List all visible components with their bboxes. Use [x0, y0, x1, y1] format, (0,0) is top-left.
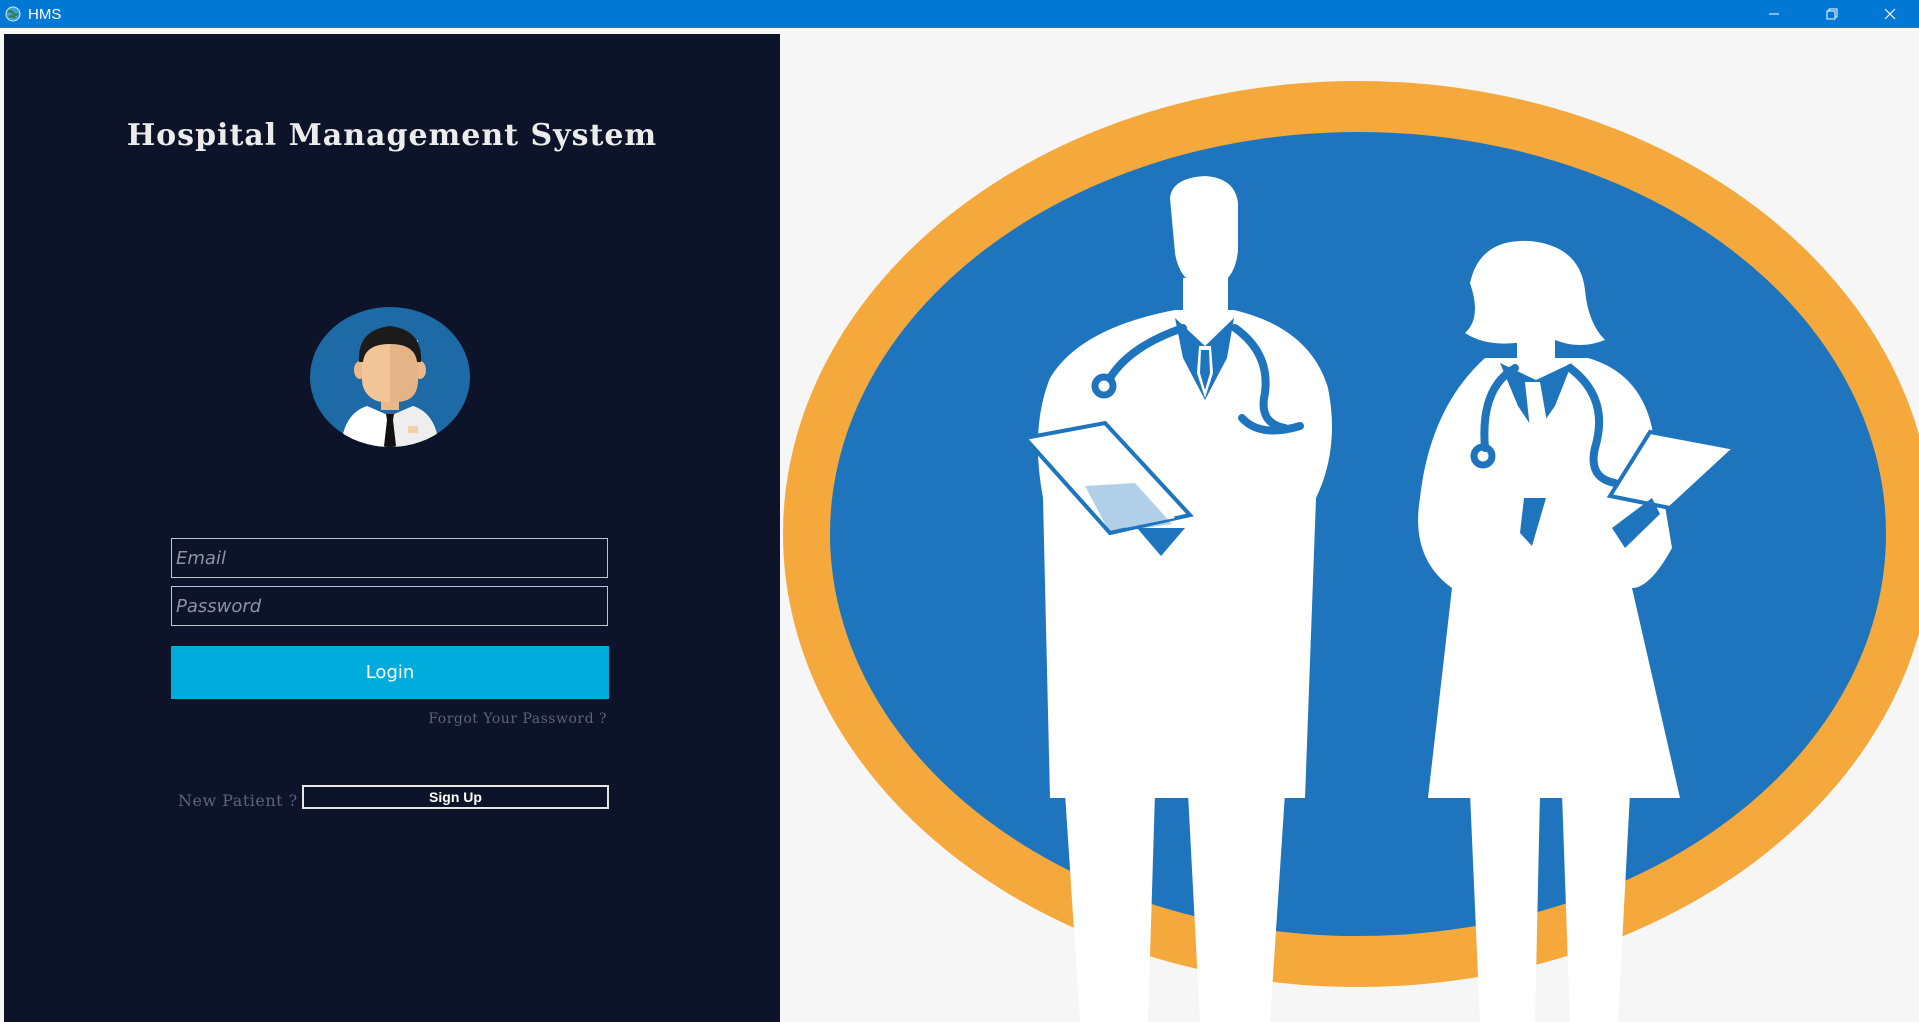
- restore-icon: [1826, 8, 1838, 20]
- window-titlebar: HMS: [0, 0, 1919, 28]
- window-controls: [1745, 0, 1919, 28]
- close-button[interactable]: [1861, 0, 1919, 28]
- email-field[interactable]: [171, 538, 608, 578]
- signup-button[interactable]: Sign Up: [302, 785, 609, 809]
- new-patient-label: New Patient ?: [178, 791, 298, 810]
- restore-button[interactable]: [1803, 0, 1861, 28]
- login-button[interactable]: Login: [171, 646, 609, 699]
- doctors-silhouette-illustration: [780, 28, 1919, 1022]
- minimize-icon: [1769, 13, 1779, 15]
- doctor-avatar-icon: [309, 306, 471, 448]
- app-heading: Hospital Management System: [126, 118, 658, 153]
- password-field[interactable]: [171, 586, 608, 626]
- globe-icon: [4, 5, 22, 23]
- login-panel: Hospital Management System Email Login F…: [4, 34, 780, 1022]
- window-content: Hospital Management System Email Login F…: [0, 28, 1919, 1022]
- window-title: HMS: [28, 5, 62, 23]
- forgot-password-link[interactable]: Forgot Your Password ?: [428, 711, 607, 727]
- minimize-button[interactable]: [1745, 0, 1803, 28]
- close-icon: [1884, 8, 1896, 20]
